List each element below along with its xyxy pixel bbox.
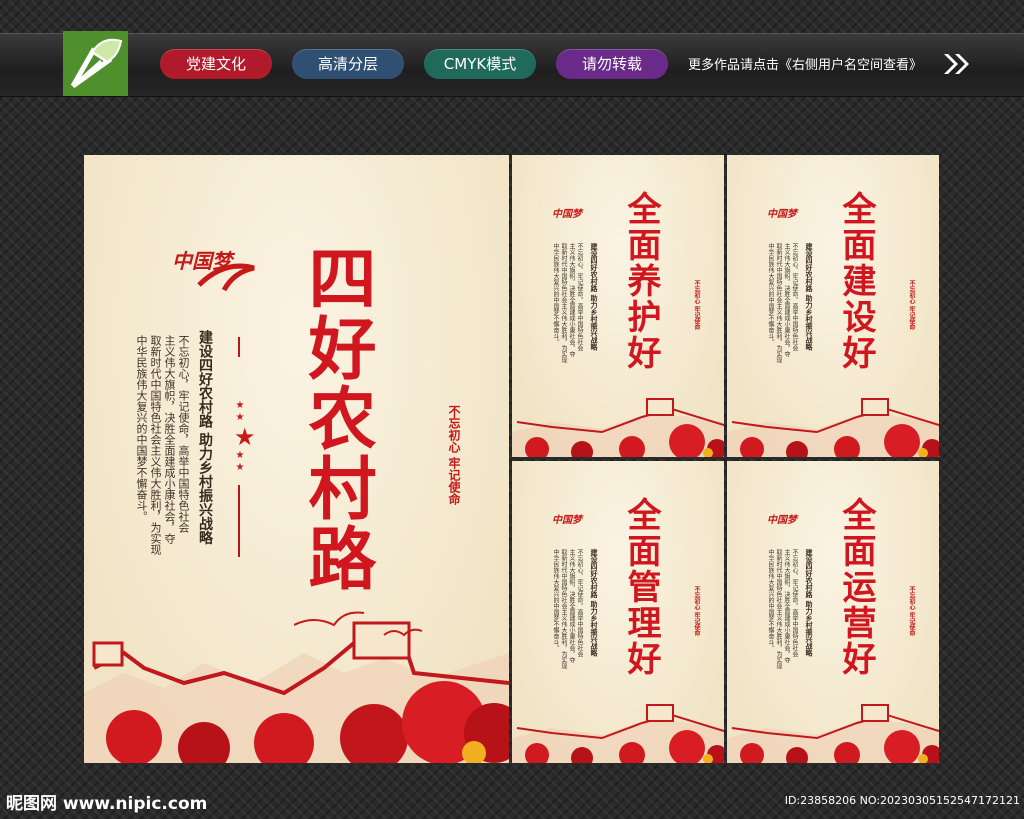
double-chevron-right-icon[interactable] bbox=[944, 54, 970, 74]
pen-nib-icon bbox=[70, 38, 123, 89]
china-dream-brand: 中国梦 bbox=[767, 515, 797, 526]
great-wall-peony-illustration bbox=[727, 704, 939, 763]
poster-small-2: 中国梦 全面建设好 建设四好农村路 助力乡村振兴战略 不忘初心，牢记使命，高举中… bbox=[727, 155, 939, 457]
red-divider-line bbox=[238, 337, 240, 357]
poster-body-3: 取新时代中国特色社会主义伟大胜利，为实现 bbox=[775, 549, 782, 669]
poster-body-3: 取新时代中国特色社会主义伟大胜利，为实现 bbox=[775, 243, 782, 363]
china-dream-brand: 中国梦 bbox=[552, 515, 582, 526]
tag-party-culture[interactable]: 党建文化 bbox=[160, 49, 272, 79]
poster-body-1: 不忘初心，牢记使命，高举中国特色社会 bbox=[576, 243, 583, 351]
image-id: ID:23858206 NO:20230305152547172121 bbox=[784, 794, 1020, 807]
poster-body-1: 不忘初心，牢记使命，高举中国特色社会 bbox=[177, 335, 190, 533]
promo-link[interactable]: 更多作品请点击《右侧用户名空间查看》 bbox=[688, 54, 922, 73]
great-wall-peony-illustration bbox=[512, 704, 724, 763]
poster-body-3: 取新时代中国特色社会主义伟大胜利，为实现 bbox=[149, 335, 162, 555]
poster-body-2: 主义伟大旗帜，决胜全面建成小康社会，夺 bbox=[783, 549, 790, 663]
poster-body-4: 中华民族伟大复兴的中国梦不懈奋斗。 bbox=[767, 243, 774, 345]
poster-subtitle: 建设四好农村路 助力乡村振兴战略 bbox=[805, 243, 814, 351]
poster-title: 四好农村路 bbox=[296, 243, 376, 593]
tag-no-repost[interactable]: 请勿转载 bbox=[556, 49, 668, 79]
poster-title: 全面运营好 bbox=[836, 497, 876, 677]
poster-body-4: 中华民族伟大复兴的中国梦不懈奋斗。 bbox=[552, 549, 559, 651]
china-dream-brand: 中国梦 bbox=[552, 209, 582, 220]
poster-body-4: 中华民族伟大复兴的中国梦不懈奋斗。 bbox=[135, 335, 148, 522]
poster-body-2: 主义伟大旗帜，决胜全面建成小康社会，夺 bbox=[568, 243, 575, 357]
poster-title: 全面建设好 bbox=[836, 191, 876, 371]
poster-title: 全面管理好 bbox=[621, 497, 661, 677]
slogan: 不忘初心 牢记使命 bbox=[693, 586, 700, 637]
flying-birds bbox=[294, 611, 423, 637]
poster-small-4: 中国梦 全面运营好 建设四好农村路 助力乡村振兴战略 不忘初心，牢记使命，高举中… bbox=[727, 461, 939, 763]
poster-body-4: 中华民族伟大复兴的中国梦不懈奋斗。 bbox=[552, 243, 559, 345]
poster-body-2: 主义伟大旗帜，决胜全面建成小康社会，夺 bbox=[568, 549, 575, 663]
slogan: 不忘初心 牢记使命 bbox=[908, 586, 915, 637]
china-dream-brand: 中国梦 bbox=[767, 209, 797, 220]
great-wall-peony-illustration bbox=[512, 398, 724, 457]
poster-body-2: 主义伟大旗帜，决胜全面建成小康社会，夺 bbox=[163, 335, 176, 544]
site-logo[interactable] bbox=[63, 31, 128, 96]
brush-stroke-decoration bbox=[197, 263, 255, 292]
poster-small-1: 中国梦 全面养护好 建设四好农村路 助力乡村振兴战略 不忘初心，牢记使命，高举中… bbox=[512, 155, 724, 457]
site-watermark: 昵图网 www.nipic.com bbox=[6, 794, 208, 814]
poster-subtitle: 建设四好农村路 助力乡村振兴战略 bbox=[590, 549, 599, 657]
star-column-icon: ★ ★ ★ ★ ★ bbox=[234, 400, 256, 473]
red-divider-line bbox=[238, 485, 240, 557]
poster-body-3: 取新时代中国特色社会主义伟大胜利，为实现 bbox=[560, 549, 567, 669]
poster-body-4: 中华民族伟大复兴的中国梦不懈奋斗。 bbox=[767, 549, 774, 651]
poster-small-3: 中国梦 全面管理好 建设四好农村路 助力乡村振兴战略 不忘初心，牢记使命，高举中… bbox=[512, 461, 724, 763]
main-poster: 中国梦 四好农村路 建设四好农村路 助力乡村振兴战略 ★ ★ ★ ★ ★ 不忘初心，牢记… bbox=[84, 155, 509, 763]
poster-title: 全面养护好 bbox=[621, 191, 661, 371]
slogan: 不忘初心 牢记使命 bbox=[908, 280, 915, 331]
poster-body-1: 不忘初心，牢记使命，高举中国特色社会 bbox=[791, 243, 798, 351]
slogan: 不忘初心 牢记使命 bbox=[447, 405, 461, 506]
tag-cmyk-mode[interactable]: CMYK模式 bbox=[424, 49, 536, 79]
poster-subtitle: 建设四好农村路 助力乡村振兴战略 bbox=[805, 549, 814, 657]
great-wall-peony-illustration bbox=[727, 398, 939, 457]
poster-body-1: 不忘初心，牢记使命，高举中国特色社会 bbox=[791, 549, 798, 657]
poster-body-2: 主义伟大旗帜，决胜全面建成小康社会，夺 bbox=[783, 243, 790, 357]
poster-body-1: 不忘初心，牢记使命，高举中国特色社会 bbox=[576, 549, 583, 657]
poster-subtitle: 建设四好农村路 助力乡村振兴战略 bbox=[590, 243, 599, 351]
tag-hd-layers[interactable]: 高清分层 bbox=[292, 49, 404, 79]
poster-subtitle: 建设四好农村路 助力乡村振兴战略 bbox=[197, 330, 213, 545]
slogan: 不忘初心 牢记使命 bbox=[693, 280, 700, 331]
poster-body-3: 取新时代中国特色社会主义伟大胜利，为实现 bbox=[560, 243, 567, 363]
